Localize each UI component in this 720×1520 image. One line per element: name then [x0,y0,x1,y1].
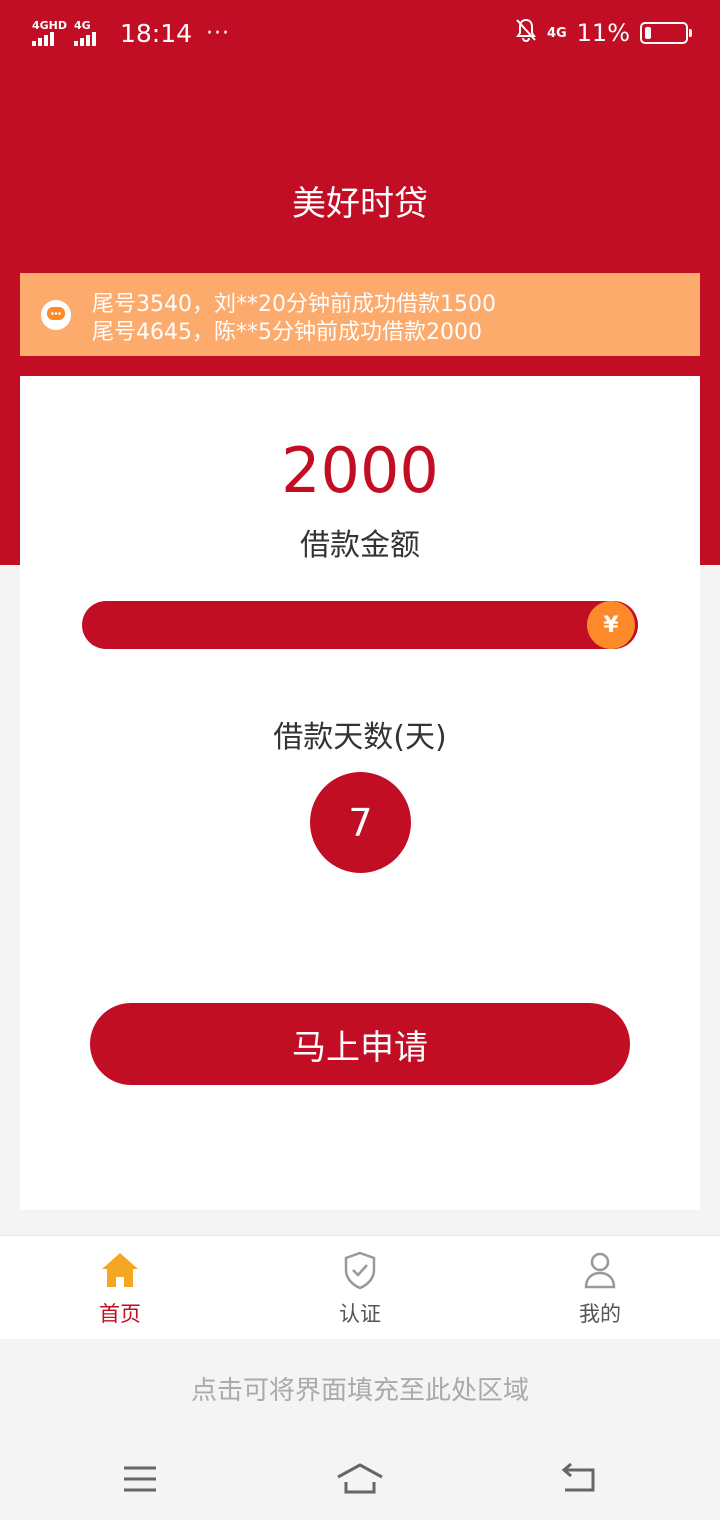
notice-banner: 尾号3540，刘**20分钟前成功借款1500 尾号4645，陈**5分钟前成功… [20,273,700,356]
battery-percent: 11% [576,19,630,47]
home-icon [102,1253,138,1287]
loan-card: 2000 借款金额 ¥ 借款天数(天) 7 马上申请 [20,376,700,1210]
tab-home[interactable]: 首页 [0,1236,240,1339]
loan-days-label: 借款天数(天) [273,720,447,755]
tab-mine-label: 我的 [579,1302,621,1326]
tab-home-label: 首页 [99,1302,141,1326]
battery-icon [640,22,692,44]
fill-screen-hint[interactable]: 点击可将界面填充至此处区域 [0,1370,720,1407]
system-nav-bar [0,1450,720,1510]
loan-amount: 2000 [281,434,439,507]
amount-slider[interactable] [82,601,638,649]
loan-amount-label: 借款金额 [300,528,420,563]
apply-button[interactable]: 马上申请 [90,1003,630,1085]
home-nav-icon[interactable] [335,1460,385,1500]
sim1-signal-icon: 4GHD [32,20,67,46]
bottom-tab-bar: 首页 认证 我的 [0,1235,720,1339]
chat-bubble-icon [41,300,71,330]
sim2-signal-icon: 4G [74,20,108,46]
tab-verify-label: 认证 [339,1302,381,1326]
user-icon [584,1252,616,1289]
notice-line: 尾号4645，陈**5分钟前成功借款2000 [92,320,482,345]
notice-scroller: 尾号3540，刘**20分钟前成功借款1500 尾号4645，陈**5分钟前成功… [92,273,692,356]
network-type: 4G [546,25,567,41]
app-title: 美好时贷 [292,184,428,224]
status-time: 18:14 [120,18,193,48]
amount-slider-thumb[interactable]: ¥ [587,601,635,649]
tab-mine[interactable]: 我的 [480,1236,720,1339]
bell-muted-icon [515,18,537,48]
back-icon[interactable] [555,1460,605,1500]
status-bar: 4GHD 4G 18:14 ··· 4G 11% [0,0,720,66]
loan-days-option[interactable]: 7 [310,772,411,873]
menu-icon[interactable] [115,1460,165,1500]
tab-verify[interactable]: 认证 [240,1236,480,1339]
shield-check-icon [344,1251,376,1290]
more-notifications-icon: ··· [206,20,231,46]
